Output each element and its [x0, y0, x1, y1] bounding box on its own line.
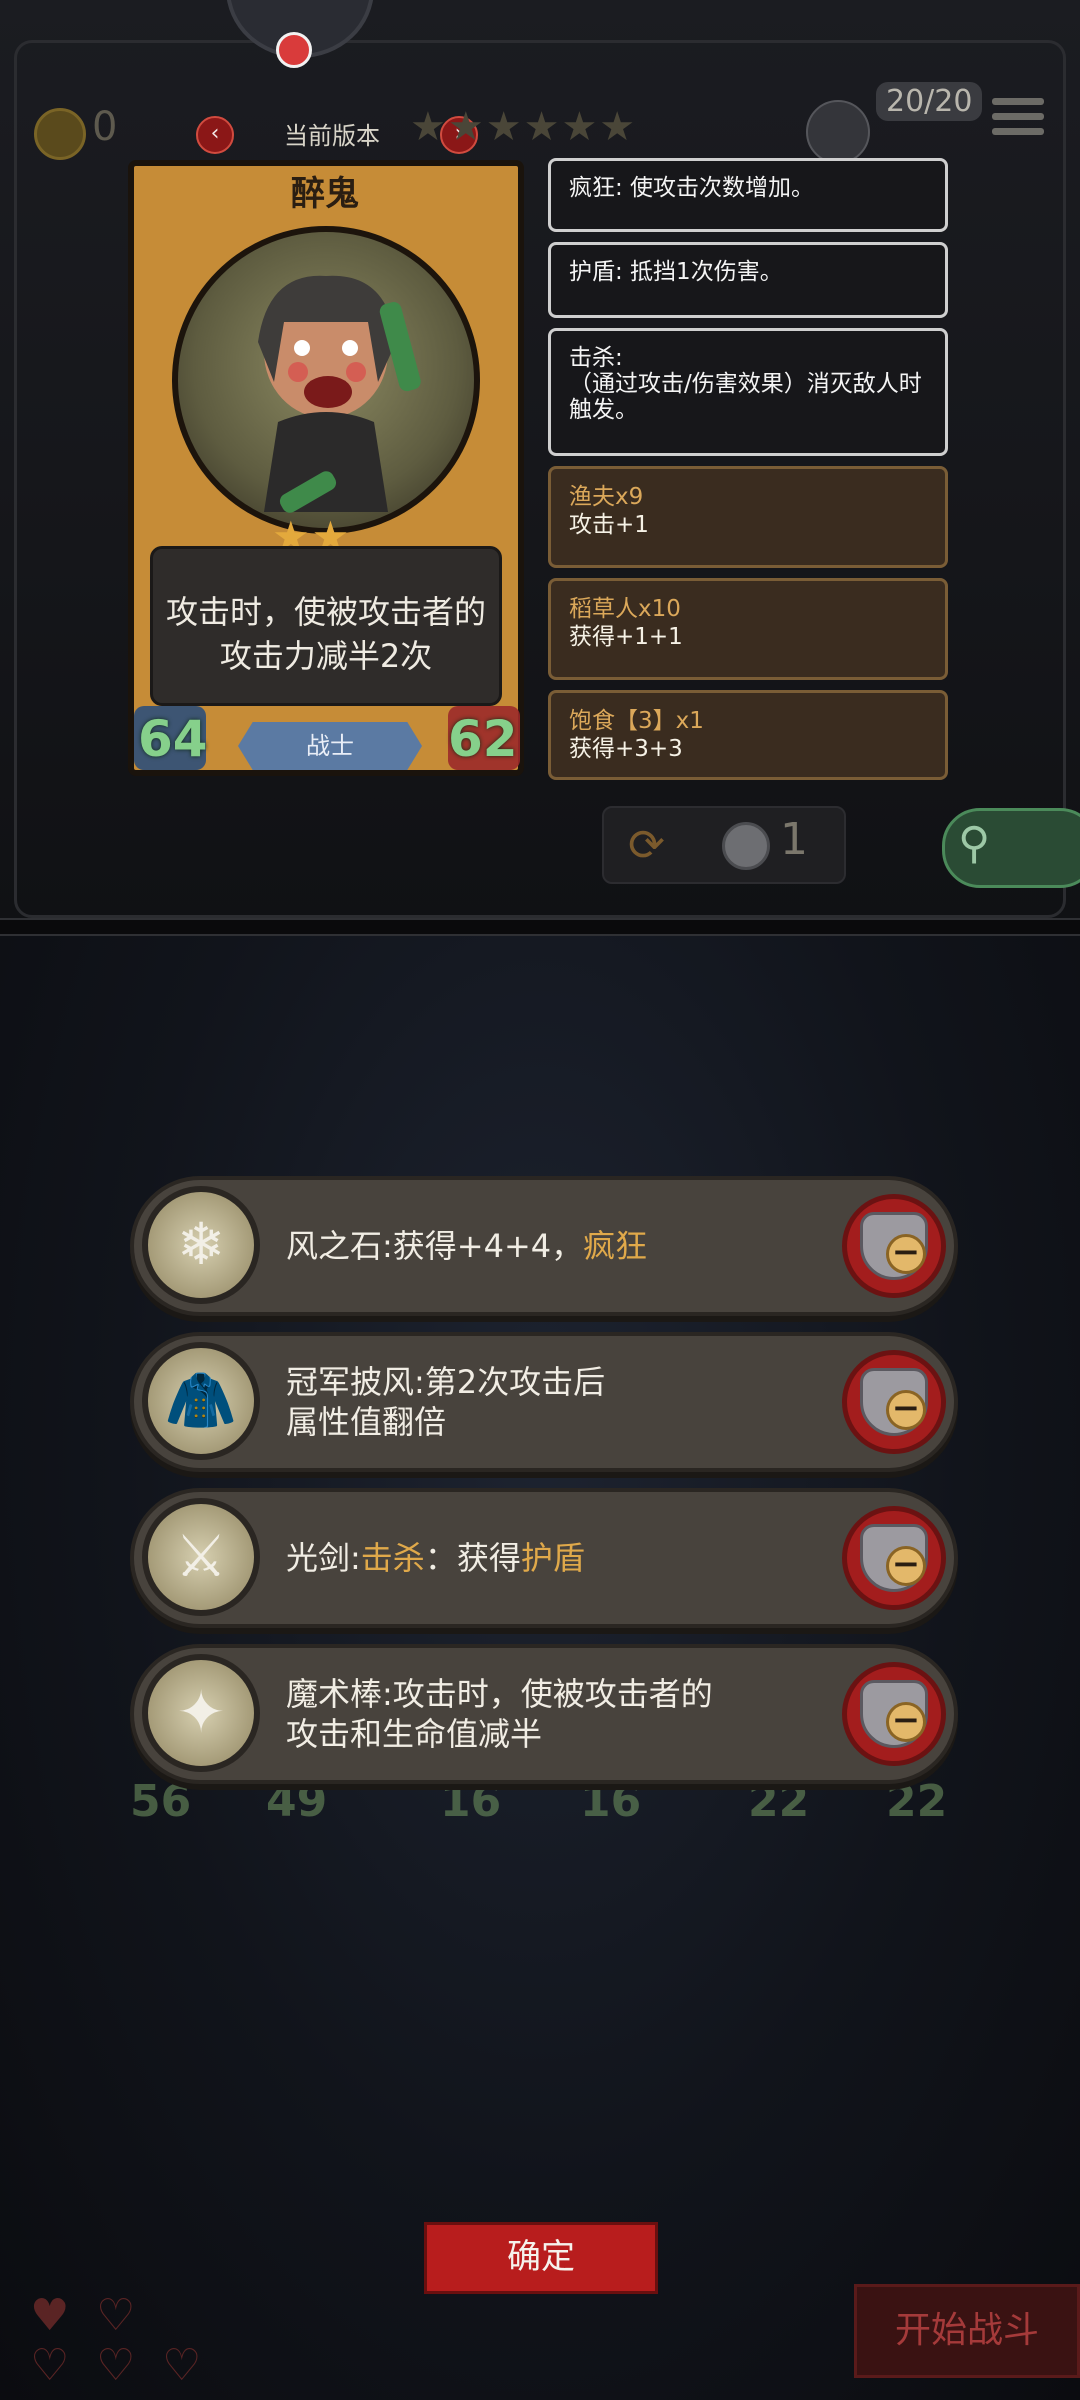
bonus-value: 攻击+1	[569, 512, 649, 538]
heart-icon: ♡	[96, 2290, 136, 2341]
heart-icon: ♥	[30, 2290, 70, 2341]
item-description: 冠军披风:第2次攻击后 属性值翻倍	[286, 1363, 606, 1441]
notification-dot	[276, 32, 312, 68]
version-stars: ★★★★★★	[410, 104, 638, 150]
version-label: 当前版本	[284, 122, 380, 150]
bg-unit-health: 22	[886, 1776, 948, 1827]
keyword-shield: 护盾: 抵挡1次伤害。	[548, 242, 948, 318]
item-text: 光剑:	[286, 1539, 361, 1577]
keyword-kill: 击杀: （通过攻击/伤害效果）消灭敌人时触发。	[548, 328, 948, 456]
refresh-icon[interactable]: ⟳	[628, 820, 665, 871]
magic-wand-icon: ✦	[142, 1654, 260, 1772]
hero-name: 醉鬼	[291, 174, 359, 214]
hero-health: 62	[448, 710, 518, 768]
minus-icon: −	[886, 1702, 926, 1742]
bonus-value: 获得+1+1	[569, 624, 683, 650]
search-icon[interactable]: ⚲	[958, 818, 990, 869]
bg-unit-attack: 56	[130, 1776, 192, 1827]
refresh-count: 1	[780, 814, 808, 865]
prev-version-button[interactable]: ‹	[196, 116, 234, 154]
hero-portrait	[172, 226, 480, 534]
coin-icon	[34, 108, 86, 160]
item-text: 风之石:获得+4+4，	[286, 1227, 584, 1265]
heart-icon: ♡	[96, 2340, 136, 2391]
bonus-satiety: 饱食【3】x1 获得+3+3	[548, 690, 948, 780]
hero-attack: 64	[138, 710, 208, 768]
bonus-name: 饱食【3】x1	[569, 708, 704, 734]
keyword-highlight: 护盾	[520, 1539, 585, 1577]
menu-icon[interactable]	[992, 98, 1044, 144]
start-battle-button[interactable]: 开始战斗	[854, 2284, 1080, 2378]
heart-icon: ♡	[162, 2340, 202, 2391]
item-text: ：获得	[424, 1539, 521, 1577]
coin-count: 0	[92, 104, 118, 150]
item-description: 风之石:获得+4+4，疯狂	[286, 1226, 806, 1266]
minus-icon: −	[886, 1234, 926, 1274]
keyword-highlight: 疯狂	[583, 1227, 648, 1265]
champion-cape-icon: 🧥	[142, 1342, 260, 1460]
troop-count: 20/20	[876, 82, 983, 121]
bonus-name: 稻草人x10	[569, 596, 681, 622]
item-description: 光剑:击杀：获得护盾	[286, 1538, 806, 1578]
drunkard-portrait-icon	[258, 275, 421, 513]
hero-class: 战士	[238, 722, 422, 770]
light-sword-icon: ⚔	[142, 1498, 260, 1616]
bonus-value: 获得+3+3	[569, 736, 683, 762]
keyword-frenzy: 疯狂: 使攻击次数增加。	[548, 158, 948, 232]
confirm-button[interactable]: 确定	[424, 2222, 658, 2294]
hero-ability-text: 攻击时，使被攻击者的攻击力减半2次	[166, 593, 487, 675]
minus-icon: −	[886, 1390, 926, 1430]
keyword-highlight: 击杀	[360, 1539, 425, 1577]
avatar[interactable]	[806, 100, 870, 164]
minus-icon: −	[886, 1546, 926, 1586]
bonus-scarecrow: 稻草人x10 获得+1+1	[548, 578, 948, 680]
item-description: 魔术棒:攻击时，使被攻击者的 攻击和生命值减半	[286, 1675, 713, 1753]
bonus-name: 渔夫x9	[569, 484, 644, 510]
panel-divider	[0, 918, 1080, 936]
bonus-fisherman: 渔夫x9 攻击+1	[548, 466, 948, 568]
wind-stone-icon: ❄	[142, 1186, 260, 1304]
token-icon	[722, 822, 770, 870]
heart-icon: ♡	[30, 2340, 70, 2391]
